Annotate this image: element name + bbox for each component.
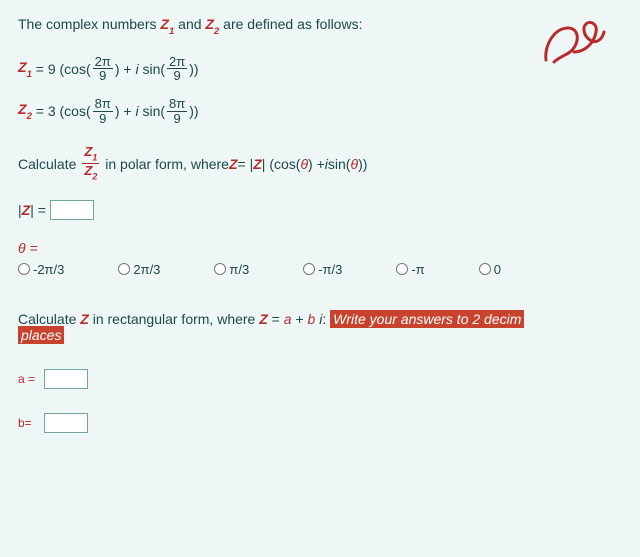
theta-option-label: -π/3 [318, 262, 342, 277]
theta-option[interactable]: 2π/3 [118, 262, 160, 277]
theta-block: θ = -2π/3 2π/3 π/3 -π/3 -π 0 [18, 240, 622, 277]
theta-option[interactable]: 0 [479, 262, 501, 277]
theta-option-label: -2π/3 [33, 262, 64, 277]
intro-prefix: The complex numbers [18, 16, 160, 32]
theta-label: θ = [18, 240, 622, 256]
z2-var: Z2 [205, 16, 219, 32]
hint-highlight-2: places [18, 326, 64, 344]
equation-z1: Z1 = 9 (cos( 2π9 ) + i sin( 2π9 )) [18, 55, 622, 83]
theta-radio[interactable] [303, 263, 315, 275]
mod-z-label: |Z| = [18, 202, 50, 218]
a-row: a = [18, 369, 622, 389]
theta-option[interactable]: π/3 [214, 262, 249, 277]
mod-z-row: |Z| = [18, 200, 622, 220]
theta-option-label: -π [411, 262, 424, 277]
rect-prompt: Calculate Z in rectangular form, where Z… [18, 311, 622, 327]
rectangular-section: Calculate Z in rectangular form, where Z… [18, 311, 622, 433]
b-label: b= [18, 416, 44, 430]
theta-option[interactable]: -π [396, 262, 424, 277]
theta-options: -2π/3 2π/3 π/3 -π/3 -π 0 [18, 262, 622, 277]
hand-doodle [540, 18, 612, 73]
theta-radio[interactable] [214, 263, 226, 275]
equation-z2: Z2 = 3 (cos( 8π9 ) + i sin( 8π9 )) [18, 97, 622, 125]
theta-radio[interactable] [396, 263, 408, 275]
mod-z-input[interactable] [50, 200, 94, 220]
b-input[interactable] [44, 413, 88, 433]
theta-option[interactable]: -2π/3 [18, 262, 64, 277]
theta-option-label: 0 [494, 262, 501, 277]
theta-radio[interactable] [479, 263, 491, 275]
intro-mid: and [178, 16, 205, 32]
calculate-polar: Calculate Z1 Z2 in polar form, where Z =… [18, 145, 622, 181]
b-row: b= [18, 413, 622, 433]
theta-option-label: π/3 [229, 262, 249, 277]
hint-highlight: Write your answers to 2 decim [330, 310, 524, 328]
theta-radio[interactable] [18, 263, 30, 275]
theta-option-label: 2π/3 [133, 262, 160, 277]
a-input[interactable] [44, 369, 88, 389]
z1-var: Z1 [160, 16, 174, 32]
theta-radio[interactable] [118, 263, 130, 275]
intro-text: The complex numbers Z1 and Z2 are define… [18, 16, 622, 37]
theta-option[interactable]: -π/3 [303, 262, 342, 277]
intro-suffix: are defined as follows: [223, 16, 362, 32]
a-label: a = [18, 372, 44, 386]
